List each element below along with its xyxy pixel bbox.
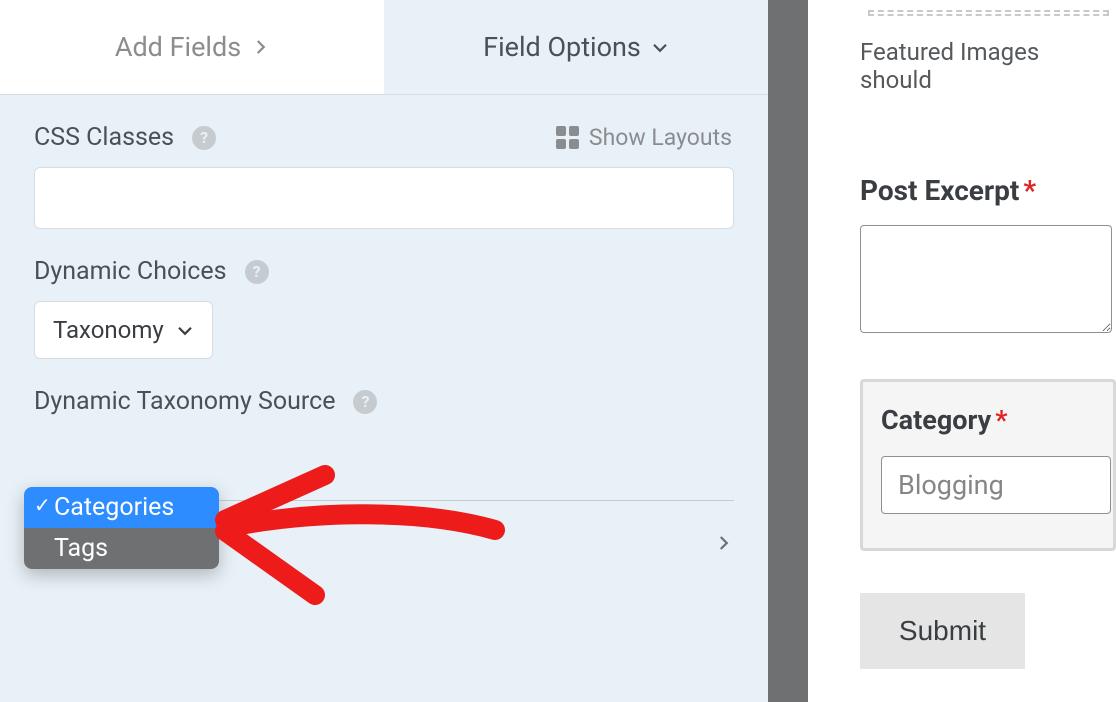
dynamic-taxonomy-source-label: Dynamic Taxonomy Source <box>34 387 335 416</box>
tab-label: Field Options <box>483 31 641 63</box>
required-asterisk: * <box>995 404 1007 436</box>
help-icon[interactable]: ? <box>245 260 269 284</box>
form-preview-panel: Featured Images should Post Excerpt* Cat… <box>808 0 1116 702</box>
chevron-down-icon <box>176 321 194 339</box>
category-select[interactable]: Blogging <box>881 456 1111 514</box>
category-value: Blogging <box>898 469 1004 501</box>
category-label: Category* <box>881 404 1113 436</box>
chevron-down-icon <box>651 38 669 56</box>
css-classes-group: CSS Classes ? Show Layouts <box>34 95 734 229</box>
css-classes-input[interactable] <box>34 167 734 229</box>
css-classes-label: CSS Classes <box>34 123 174 152</box>
show-layouts-label: Show Layouts <box>589 124 732 151</box>
dynamic-taxonomy-source-group: Dynamic Taxonomy Source ? <box>34 359 734 416</box>
panel-tabs: Add Fields Field Options <box>0 0 768 95</box>
dynamic-choices-value: Taxonomy <box>53 316 164 344</box>
post-excerpt-textarea[interactable] <box>860 225 1112 333</box>
upload-placeholder <box>868 10 1109 16</box>
tab-add-fields[interactable]: Add Fields <box>0 0 384 94</box>
required-asterisk: * <box>1023 174 1036 207</box>
chevron-right-icon <box>251 38 269 56</box>
featured-images-text: Featured Images should <box>860 38 1116 94</box>
tab-field-options[interactable]: Field Options <box>384 0 768 94</box>
dynamic-choices-select[interactable]: Taxonomy <box>34 301 213 359</box>
show-layouts-button[interactable]: Show Layouts <box>556 124 732 151</box>
taxonomy-source-dropdown: Categories Tags <box>24 487 219 569</box>
tab-label: Add Fields <box>115 31 241 63</box>
post-excerpt-label: Post Excerpt* <box>860 174 1116 207</box>
submit-button[interactable]: Submit <box>860 593 1025 669</box>
help-icon[interactable]: ? <box>192 126 216 150</box>
dynamic-choices-group: Dynamic Choices ? Taxonomy <box>34 229 734 359</box>
panel-divider <box>768 0 808 702</box>
grid-icon <box>556 126 579 149</box>
panel-body: CSS Classes ? Show Layouts Dynamic Choic… <box>0 95 768 702</box>
field-options-panel: Add Fields Field Options CSS Classes ? S… <box>0 0 768 702</box>
category-field-card: Category* Blogging <box>860 379 1116 551</box>
dropdown-option-categories[interactable]: Categories <box>24 487 219 528</box>
dynamic-choices-label: Dynamic Choices <box>34 257 227 286</box>
chevron-right-icon <box>714 534 732 552</box>
dropdown-option-tags[interactable]: Tags <box>24 528 219 569</box>
help-icon[interactable]: ? <box>353 390 377 414</box>
